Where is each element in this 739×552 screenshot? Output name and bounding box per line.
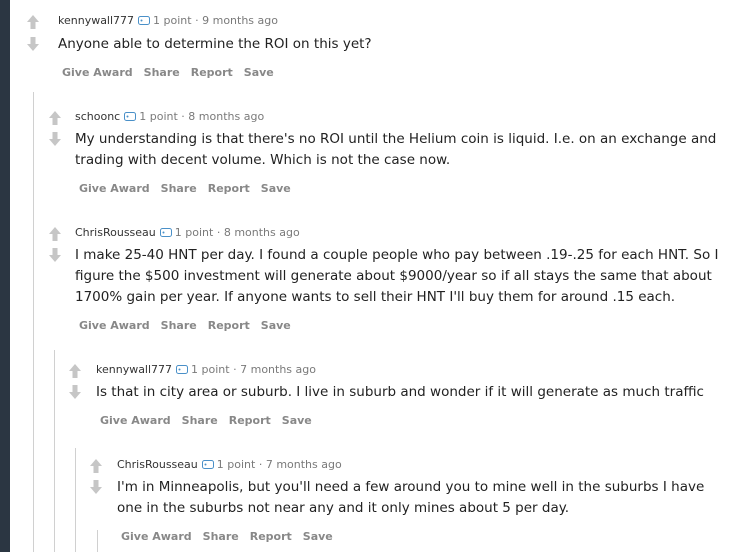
points: 1 point bbox=[139, 110, 178, 123]
points: 1 point bbox=[191, 363, 230, 376]
author-link[interactable]: schoonc bbox=[75, 110, 120, 123]
report-button[interactable]: Report bbox=[208, 319, 250, 332]
downvote-arrow-icon[interactable] bbox=[68, 384, 82, 400]
comment-header: kennywall777 1 point · 7 months ago bbox=[96, 363, 316, 377]
comment-body: Is that in city area or suburb. I live i… bbox=[96, 382, 704, 403]
share-button[interactable]: Share bbox=[182, 414, 218, 427]
upvote-arrow-icon[interactable] bbox=[26, 14, 40, 30]
thread-line bbox=[33, 92, 34, 552]
comment-line: figure the $500 investment will generate… bbox=[75, 268, 712, 284]
comment-body: Anyone able to determine the ROI on this… bbox=[58, 34, 372, 55]
comment-line: I'm in Minneapolis, but you'll need a fe… bbox=[117, 479, 705, 495]
give-award-button[interactable]: Give Award bbox=[79, 182, 150, 195]
author-link[interactable]: ChrisRousseau bbox=[75, 226, 156, 239]
user-flair-icon bbox=[201, 460, 214, 469]
comment-line: Anyone able to determine the ROI on this… bbox=[58, 36, 372, 52]
comment-header: ChrisRousseau 1 point · 8 months ago bbox=[75, 226, 300, 240]
comment-header: ChrisRousseau 1 point · 7 months ago bbox=[117, 458, 342, 472]
give-award-button[interactable]: Give Award bbox=[100, 414, 171, 427]
comment-body: My understanding is that there's no ROI … bbox=[75, 129, 716, 171]
separator: · bbox=[216, 226, 221, 239]
save-button[interactable]: Save bbox=[261, 319, 291, 332]
comment-line: I make 25-40 HNT per day. I found a coup… bbox=[75, 247, 719, 263]
user-flair-icon bbox=[138, 16, 151, 25]
comment-line: one in the suburbs not near any and it o… bbox=[117, 500, 570, 516]
thread-line bbox=[75, 448, 76, 552]
author-link[interactable]: ChrisRousseau bbox=[117, 458, 198, 471]
share-button[interactable]: Share bbox=[203, 530, 239, 543]
comment-actions: Give Award Share Report Save bbox=[62, 66, 285, 79]
share-button[interactable]: Share bbox=[144, 66, 180, 79]
vote-controls bbox=[26, 14, 40, 30]
give-award-button[interactable]: Give Award bbox=[121, 530, 192, 543]
report-button[interactable]: Report bbox=[191, 66, 233, 79]
comment-line: Is that in city area or suburb. I live i… bbox=[96, 384, 704, 400]
comment-header: schoonc 1 point · 8 months ago bbox=[75, 110, 264, 124]
separator: · bbox=[258, 458, 263, 471]
give-award-button[interactable]: Give Award bbox=[62, 66, 133, 79]
comment-body: I'm in Minneapolis, but you'll need a fe… bbox=[117, 477, 704, 519]
report-button[interactable]: Report bbox=[250, 530, 292, 543]
upvote-arrow-icon[interactable] bbox=[48, 110, 62, 126]
save-button[interactable]: Save bbox=[261, 182, 291, 195]
points: 1 point bbox=[153, 14, 192, 27]
points: 1 point bbox=[216, 458, 256, 471]
comment-line: 1700% gain per year. If anyone wants to … bbox=[75, 289, 676, 305]
author-link[interactable]: kennywall777 bbox=[96, 363, 172, 376]
timestamp[interactable]: 7 months ago bbox=[266, 458, 342, 471]
comment-actions: Give Award Share Report Save bbox=[79, 182, 302, 195]
thread-line bbox=[54, 350, 55, 552]
separator: · bbox=[233, 363, 237, 376]
comment-actions: Give Award Share Report Save bbox=[100, 414, 323, 427]
downvote-arrow-icon[interactable] bbox=[48, 247, 62, 263]
downvote-arrow-icon[interactable] bbox=[48, 131, 62, 147]
comment-actions: Give Award Share Report Save bbox=[79, 319, 302, 332]
separator: · bbox=[195, 14, 199, 27]
comment-header: kennywall777 1 point · 9 months ago bbox=[58, 14, 278, 28]
comment-line: My understanding is that there's no ROI … bbox=[75, 131, 717, 147]
save-button[interactable]: Save bbox=[282, 414, 312, 427]
timestamp[interactable]: 9 months ago bbox=[202, 14, 278, 27]
report-button[interactable]: Report bbox=[229, 414, 271, 427]
upvote-arrow-icon[interactable] bbox=[48, 226, 62, 242]
points: 1 point bbox=[174, 226, 214, 239]
thread-line bbox=[97, 530, 98, 552]
author-link[interactable]: kennywall777 bbox=[58, 14, 134, 27]
report-button[interactable]: Report bbox=[208, 182, 250, 195]
timestamp[interactable]: 8 months ago bbox=[224, 226, 300, 239]
downvote-arrow-icon[interactable] bbox=[26, 36, 40, 52]
upvote-arrow-icon[interactable] bbox=[68, 363, 82, 379]
save-button[interactable]: Save bbox=[303, 530, 333, 543]
comment-actions: Give Award Share Report Save bbox=[121, 530, 344, 543]
user-flair-icon bbox=[159, 228, 172, 237]
user-flair-icon bbox=[124, 112, 137, 121]
timestamp[interactable]: 8 months ago bbox=[188, 110, 264, 123]
comment-line: trading with decent volume. Which is not… bbox=[75, 152, 451, 168]
left-rail bbox=[0, 0, 10, 552]
give-award-button[interactable]: Give Award bbox=[79, 319, 150, 332]
share-button[interactable]: Share bbox=[161, 319, 197, 332]
separator: · bbox=[181, 110, 185, 123]
timestamp[interactable]: 7 months ago bbox=[240, 363, 316, 376]
save-button[interactable]: Save bbox=[244, 66, 274, 79]
share-button[interactable]: Share bbox=[161, 182, 197, 195]
downvote-arrow-icon[interactable] bbox=[89, 479, 103, 495]
user-flair-icon bbox=[176, 365, 189, 374]
upvote-arrow-icon[interactable] bbox=[89, 458, 103, 474]
comment-body: I make 25-40 HNT per day. I found a coup… bbox=[75, 245, 719, 308]
